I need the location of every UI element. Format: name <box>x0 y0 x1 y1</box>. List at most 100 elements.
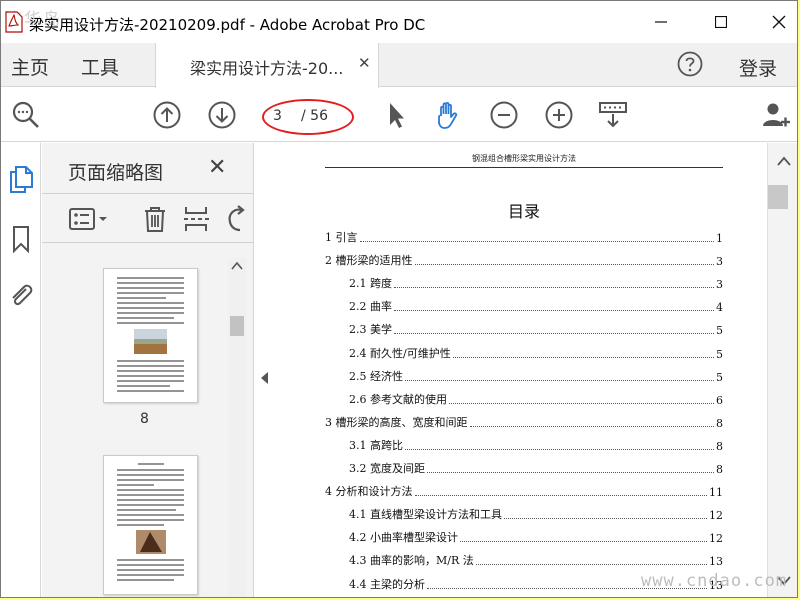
attachment-icon[interactable] <box>8 281 34 309</box>
toc-entry[interactable]: 4 分析和设计方法 11 <box>325 483 723 499</box>
toc-entry-page: 5 <box>716 324 723 337</box>
toc-leader-dots <box>427 472 714 473</box>
previous-page-icon[interactable] <box>152 100 182 130</box>
toc-entry-title: 2.4 耐久性/可维护性 <box>349 347 451 360</box>
page-thumbnails-icon[interactable] <box>8 165 34 193</box>
thumbnail-page-8[interactable] <box>103 268 198 403</box>
toc-entry-page: 5 <box>716 371 723 384</box>
thumbnail-page-9[interactable] <box>103 455 198 595</box>
toc-leader-dots <box>414 495 707 496</box>
toc-entry-page: 3 <box>716 255 723 268</box>
toc-leader-dots <box>394 310 714 311</box>
scroll-mode-icon[interactable] <box>598 100 628 130</box>
next-page-icon[interactable] <box>207 100 237 130</box>
toc-entry[interactable]: 4.2 小曲率槽型梁设计 12 <box>349 529 723 545</box>
extract-pages-icon[interactable] <box>182 204 212 234</box>
options-menu-icon[interactable] <box>68 204 112 234</box>
toc-entry-page: 8 <box>716 440 723 453</box>
collapse-panel-icon[interactable] <box>259 371 269 385</box>
document-view: 钢混组合槽形梁实用设计方法 目录 1 引言 1 2 槽形梁的适用性 3 2.1 跨度 3 2… <box>273 143 767 597</box>
toc-leader-dots <box>394 333 714 334</box>
thumbnail-scrollbar[interactable] <box>228 258 246 597</box>
toc-entry[interactable]: 2 槽形梁的适用性 3 <box>325 252 723 268</box>
share-user-icon[interactable] <box>761 100 791 130</box>
toc-entry[interactable]: 4.1 直线槽型梁设计方法和工具 12 <box>349 506 723 522</box>
left-tool-rail <box>1 143 41 597</box>
toc-entry-page: 12 <box>709 532 723 545</box>
thumbnail-scroll-up-icon[interactable] <box>228 258 246 274</box>
toc-entry-title: 4.2 小曲率槽型梁设计 <box>349 531 458 544</box>
login-button[interactable]: 登录 <box>739 54 777 81</box>
panel-title: 页面缩略图 <box>68 162 164 184</box>
tab-home[interactable]: 主页 <box>11 53 49 80</box>
window-title: 梁实用设计方法-20210209.pdf - Adobe Acrobat Pro… <box>29 16 426 34</box>
toc-entry-page: 8 <box>716 417 723 430</box>
toc-entry[interactable]: 2.1 跨度 3 <box>349 275 723 291</box>
toc-entry[interactable]: 3 槽形梁的高度、宽度和间距 8 <box>325 414 723 430</box>
document-scroll-thumb[interactable] <box>768 185 788 209</box>
maximize-button[interactable] <box>701 7 741 37</box>
toc-entry-page: 13 <box>709 555 723 568</box>
tab-tools[interactable]: 工具 <box>81 53 119 80</box>
toc-entry-title: 4 分析和设计方法 <box>325 485 413 498</box>
close-icon <box>772 15 786 29</box>
toc-leader-dots <box>405 449 714 450</box>
search-icon[interactable] <box>11 100 41 130</box>
toc-entry[interactable]: 4.3 曲率的影响，M/R 法 13 <box>349 552 723 568</box>
toc-entry-title: 4.1 直线槽型梁设计方法和工具 <box>349 508 502 521</box>
toc-entry-title: 4.4 主梁的分析 <box>349 578 425 591</box>
zoom-out-icon[interactable] <box>489 100 519 130</box>
delete-page-icon[interactable] <box>140 204 170 234</box>
toc-entry-title: 2 槽形梁的适用性 <box>325 254 413 267</box>
thumbnail-page-8-preview <box>117 277 184 392</box>
scroll-up-icon[interactable] <box>768 151 798 171</box>
toc-entry-title: 2.1 跨度 <box>349 277 392 290</box>
thumbnail-toolbar <box>42 193 254 243</box>
close-window-button[interactable] <box>759 7 797 37</box>
toc-entry[interactable]: 2.6 参考文献的使用 6 <box>349 391 723 407</box>
document-scrollbar[interactable] <box>767 143 798 597</box>
menu-tab-bar: 主页 工具 梁实用设计方法-20... ✕ 登录 <box>1 43 797 88</box>
toc-leader-dots <box>394 287 714 288</box>
close-tab-icon[interactable]: ✕ <box>358 54 371 72</box>
toc-entry-page: 1 <box>716 232 723 245</box>
minimize-button[interactable] <box>641 7 681 37</box>
help-icon[interactable] <box>677 51 703 77</box>
toc-title: 目录 <box>507 202 540 221</box>
page-header: 钢混组合槽形梁实用设计方法 <box>325 153 723 168</box>
panel-close-icon[interactable]: ✕ <box>208 155 226 180</box>
pdf-file-icon <box>5 11 23 33</box>
toc-entry[interactable]: 2.5 经济性 5 <box>349 368 723 384</box>
toc-entry[interactable]: 3.1 高跨比 8 <box>349 437 723 453</box>
toc-leader-dots <box>460 541 707 542</box>
toc-entry[interactable]: 2.4 耐久性/可维护性 5 <box>349 345 723 361</box>
toc-entry[interactable]: 2.3 美学 5 <box>349 321 723 337</box>
toc-entry-page: 12 <box>709 509 723 522</box>
red-annotation-circle <box>262 99 354 135</box>
thumbnail-scroll-thumb[interactable] <box>230 316 244 336</box>
maximize-icon <box>715 16 727 28</box>
toc-entry-page: 3 <box>716 278 723 291</box>
toc-entry-page: 8 <box>716 463 723 476</box>
toc-entry-title: 2.5 经济性 <box>349 370 403 383</box>
bookmark-icon[interactable] <box>8 225 34 253</box>
toc-entry[interactable]: 1 引言 1 <box>325 229 723 245</box>
toc-leader-dots <box>504 518 707 519</box>
title-bar: 连华岛 梁实用设计方法-20210209.pdf - Adobe Acrobat… <box>1 1 797 43</box>
toc-entry[interactable]: 3.2 宽度及间距 8 <box>349 460 723 476</box>
toc-entry-page: 4 <box>716 301 723 314</box>
toc-entry-title: 2.3 美学 <box>349 323 392 336</box>
toc-leader-dots <box>469 426 714 427</box>
zoom-in-icon[interactable] <box>544 100 574 130</box>
toc-entry[interactable]: 2.2 曲率 4 <box>349 298 723 314</box>
rotate-page-icon[interactable] <box>222 204 252 234</box>
select-cursor-icon[interactable] <box>381 100 411 130</box>
thumbnail-page-9-preview <box>117 463 184 581</box>
site-watermark: www.cndao.com <box>641 571 788 591</box>
hand-tool-icon[interactable] <box>433 100 463 130</box>
toc-entry-page: 6 <box>716 394 723 407</box>
document-tab[interactable]: 梁实用设计方法-20... ✕ <box>155 43 379 88</box>
thumbnail-panel: 页面缩略图 ✕ 8 <box>42 143 254 597</box>
toc-entry-title: 4.3 曲率的影响，M/R 法 <box>349 554 474 567</box>
acrobat-window: 连华岛 梁实用设计方法-20210209.pdf - Adobe Acrobat… <box>0 0 798 598</box>
